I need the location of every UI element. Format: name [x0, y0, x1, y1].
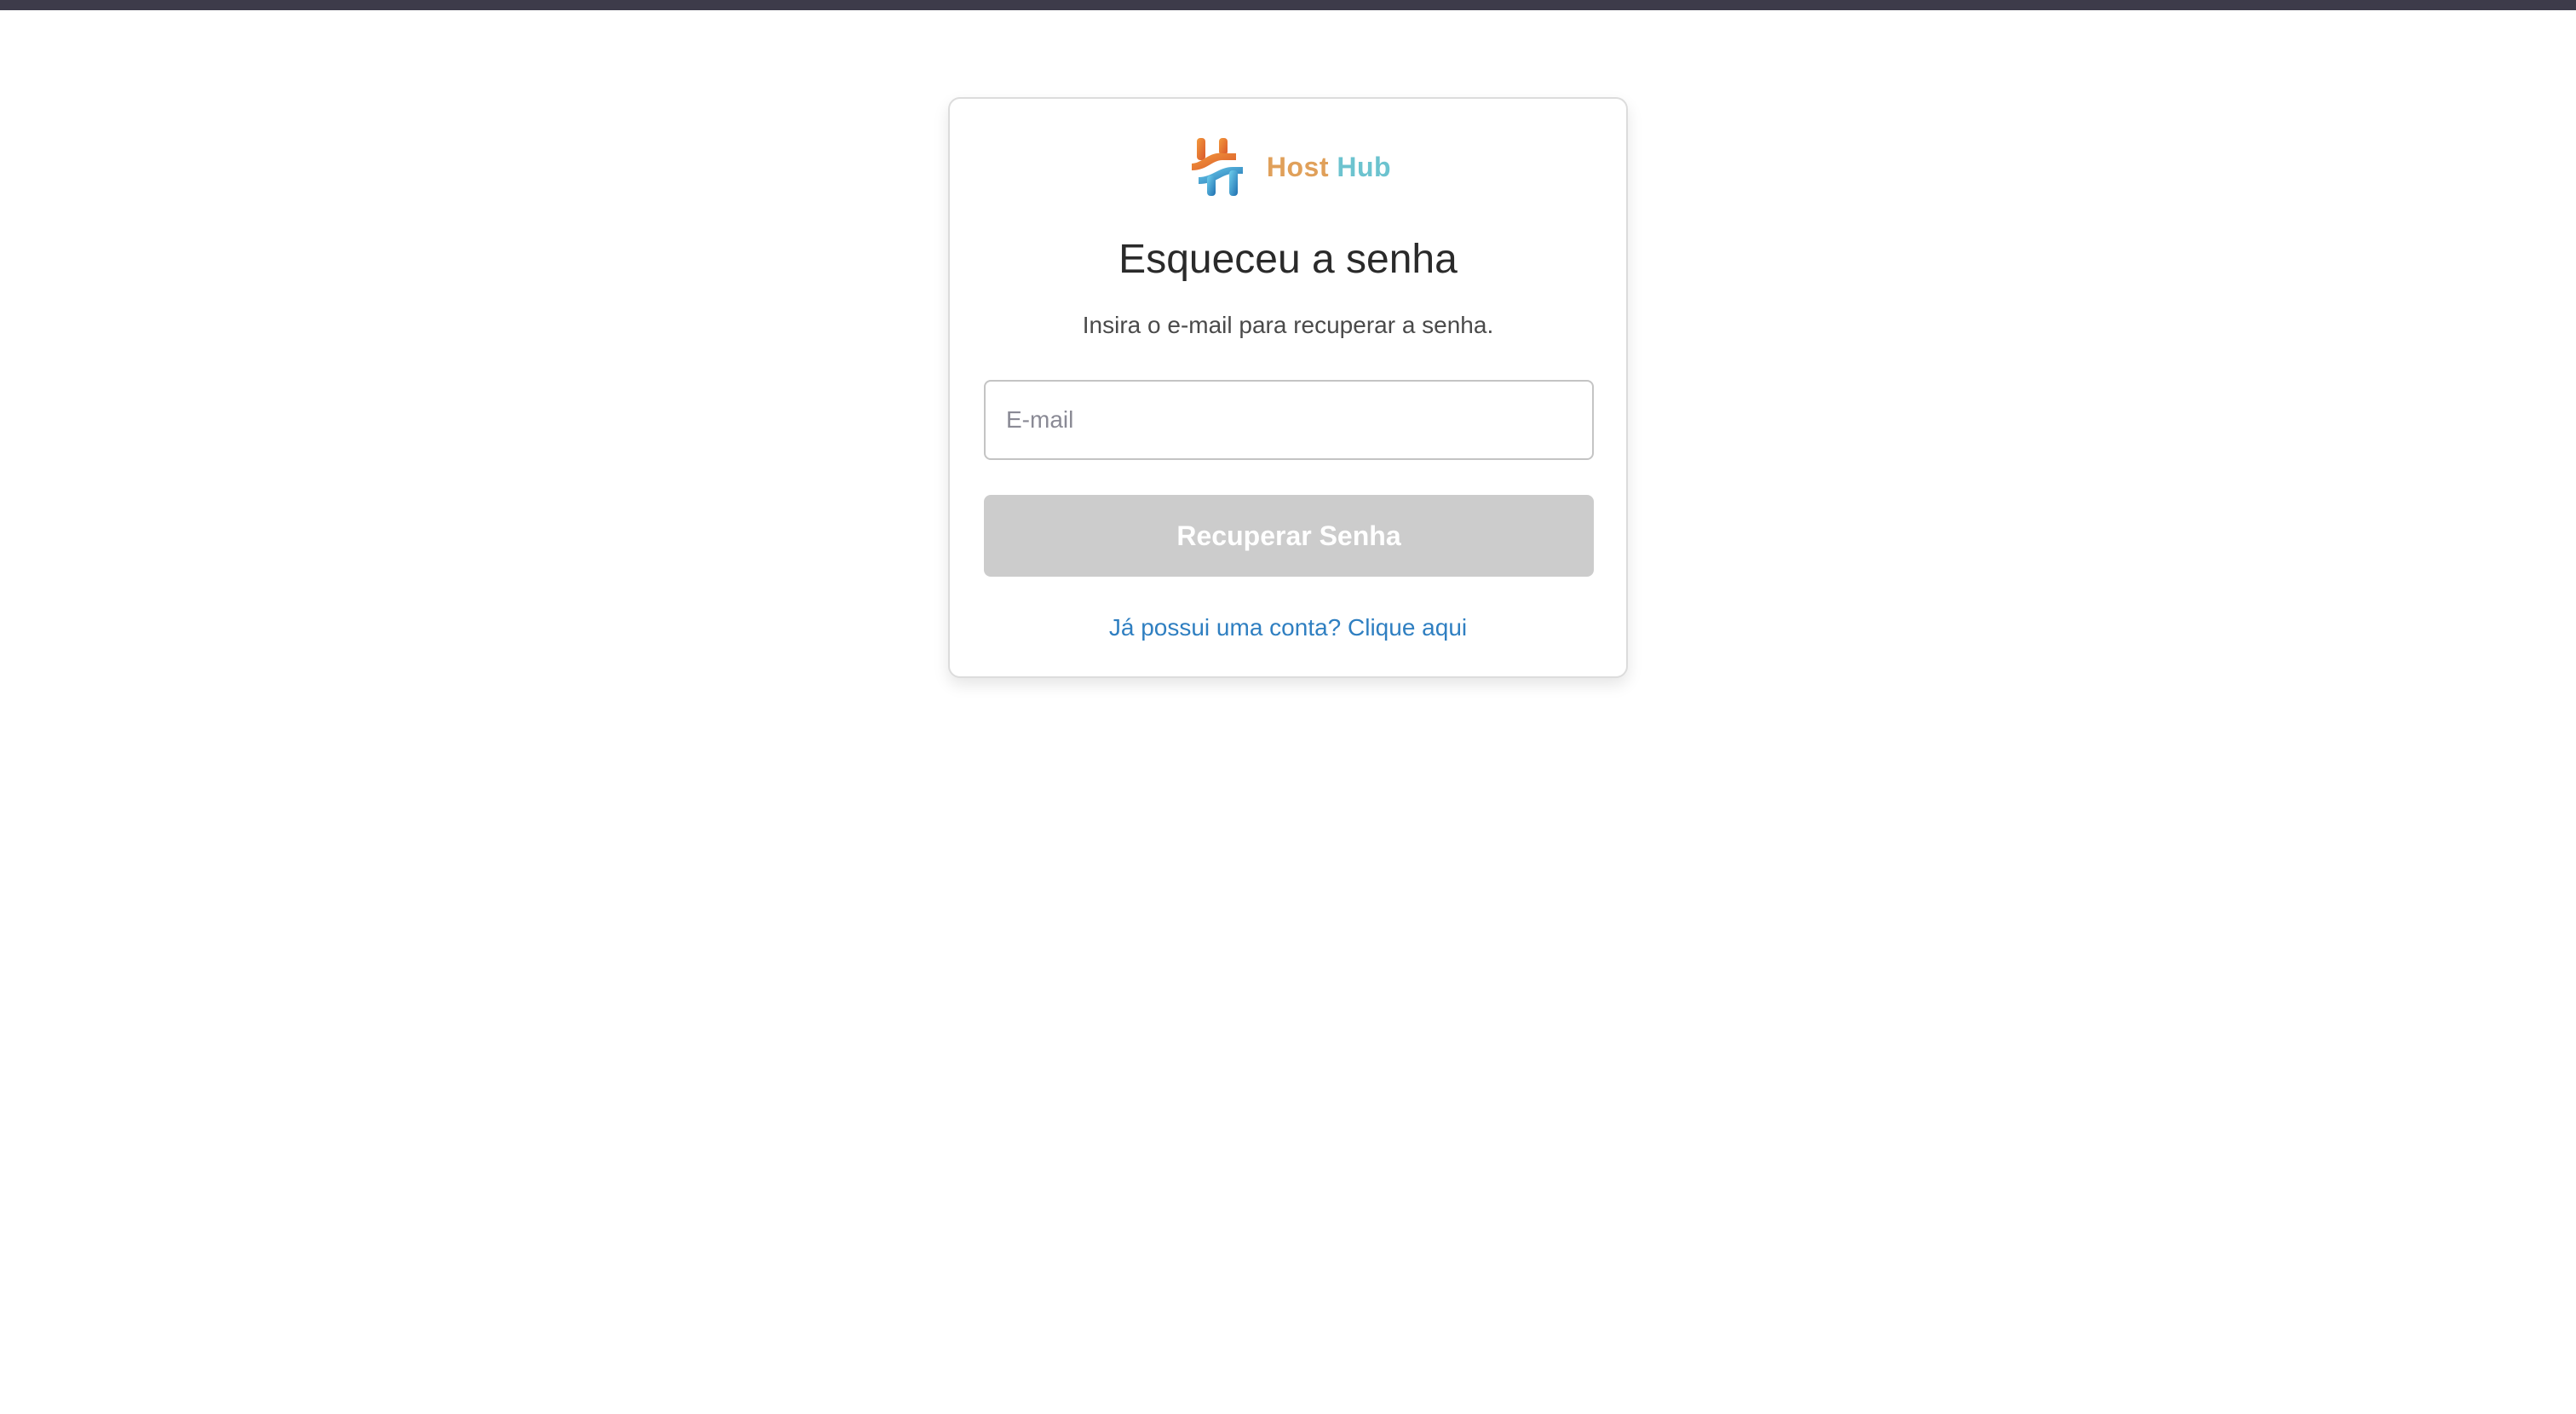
- email-input[interactable]: [984, 380, 1594, 460]
- login-link-container: Já possui uma conta? Clique aqui: [950, 614, 1626, 641]
- brand-name: Host Hub: [1267, 152, 1391, 183]
- page-subtitle: Insira o e-mail para recuperar a senha.: [1082, 312, 1494, 338]
- forgot-password-card: Host Hub Esqueceu a senha Insira o e-mai…: [948, 97, 1628, 678]
- host-hub-logo-icon: [1191, 138, 1243, 196]
- login-link[interactable]: Já possui uma conta? Clique aqui: [1109, 614, 1467, 641]
- host-hub-logo: Host Hub: [950, 133, 1626, 201]
- page-title: Esqueceu a senha: [1118, 237, 1458, 282]
- top-bar: [0, 0, 2576, 10]
- brand-name-part2: Hub: [1337, 151, 1392, 182]
- recover-password-button[interactable]: Recuperar Senha: [984, 495, 1594, 577]
- brand-name-part1: Host: [1266, 151, 1329, 182]
